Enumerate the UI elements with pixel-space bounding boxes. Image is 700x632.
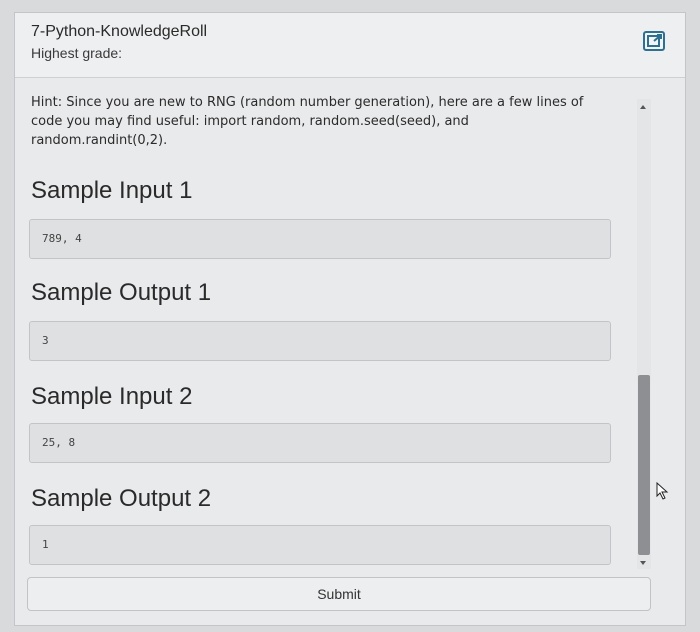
sample-output-1-value: 3 — [42, 334, 49, 347]
submit-button[interactable]: Submit — [27, 577, 651, 611]
sample-output-1-heading: Sample Output 1 — [31, 279, 212, 306]
sample-input-1-heading: Sample Input 1 — [31, 177, 193, 204]
expand-square-icon — [647, 34, 662, 47]
highest-grade-label: Highest grade: — [31, 45, 123, 61]
content-scrollbar[interactable] — [637, 99, 651, 569]
sample-input-2-box: 25, 8 — [29, 423, 611, 463]
sample-input-2-value: 25, 8 — [42, 436, 76, 449]
mouse-pointer-icon — [656, 481, 670, 505]
scroll-down-arrow-icon[interactable] — [640, 561, 646, 565]
exercise-content: Hint: Since you are new to RNG (random n… — [15, 77, 635, 567]
scroll-thumb[interactable] — [638, 375, 650, 555]
sample-input-2-heading: Sample Input 2 — [31, 383, 193, 410]
panel-header: 7-Python-KnowledgeRoll Highest grade: — [15, 13, 685, 78]
exercise-panel: 7-Python-KnowledgeRoll Highest grade: Hi… — [14, 12, 686, 626]
hint-text: Hint: Since you are new to RNG (random n… — [31, 95, 584, 148]
sample-output-2-heading: Sample Output 2 — [31, 485, 212, 512]
expand-button[interactable] — [643, 31, 665, 51]
sample-input-1-box: 789, 4 — [29, 219, 611, 259]
sample-output-1-box: 3 — [29, 321, 611, 361]
sample-input-1-value: 789, 4 — [42, 232, 82, 245]
sample-output-2-value: 1 — [42, 538, 49, 551]
sample-output-2-box: 1 — [29, 525, 611, 565]
scroll-up-arrow-icon[interactable] — [640, 105, 646, 109]
exercise-title: 7-Python-KnowledgeRoll — [31, 23, 208, 40]
